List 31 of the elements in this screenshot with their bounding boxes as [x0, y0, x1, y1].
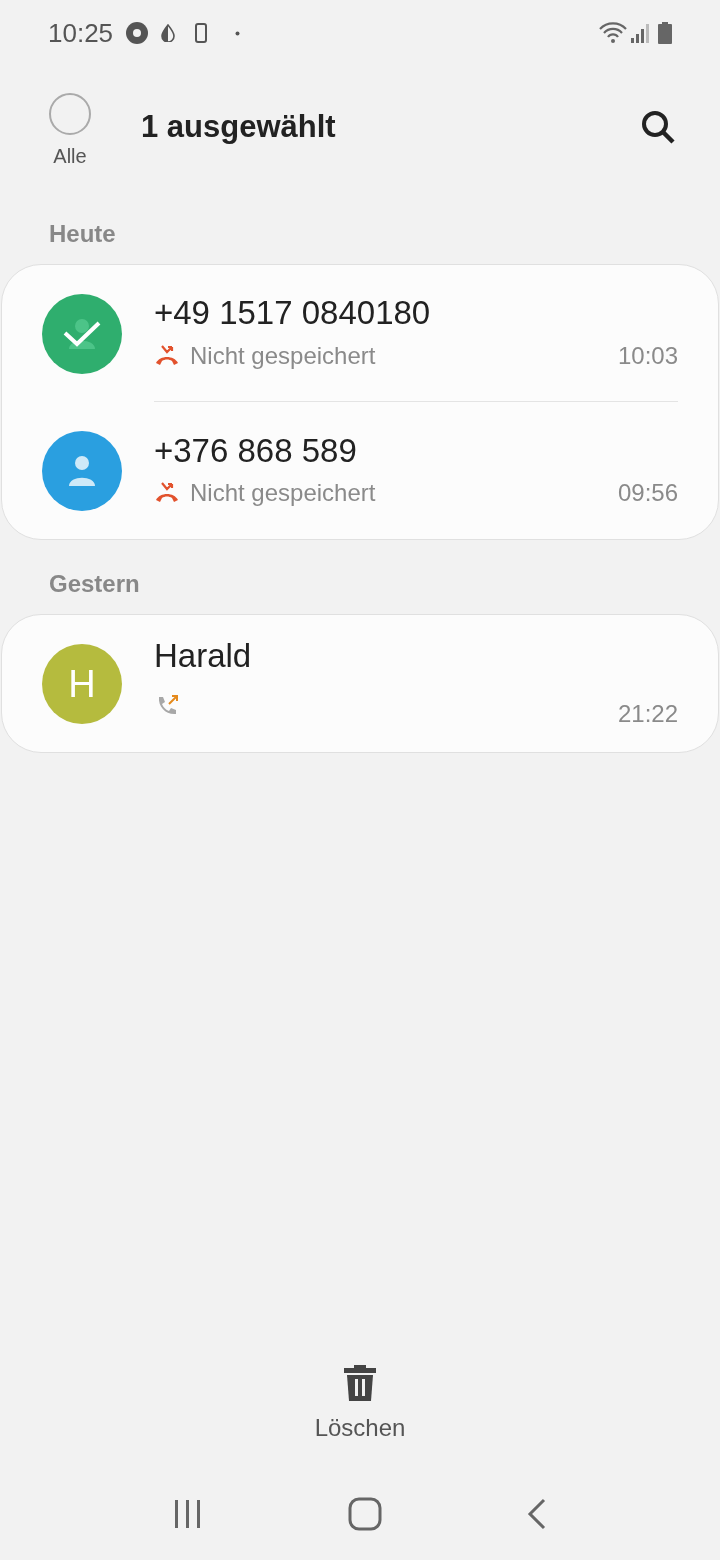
- call-time: 09:56: [617, 478, 678, 509]
- call-log-row[interactable]: +376 868 589 Nicht gespeichert 09:56: [2, 402, 718, 539]
- person-icon: [68, 454, 96, 487]
- wifi-icon: [598, 22, 628, 44]
- person-icon: [68, 317, 96, 350]
- delete-button[interactable]: Löschen: [314, 1364, 406, 1446]
- battery-icon: [658, 22, 672, 44]
- recent-apps-icon[interactable]: [172, 1499, 203, 1529]
- call-status: Nicht gespeichert: [190, 478, 376, 509]
- section-header: Heute: [48, 219, 117, 249]
- contact-name: +49 1517 0840180: [154, 293, 432, 334]
- home-icon[interactable]: [348, 1497, 382, 1531]
- section-header: Gestern: [48, 569, 141, 599]
- phone-icon: [195, 23, 208, 43]
- call-log-row[interactable]: H Harald 21:22: [2, 615, 718, 752]
- contact-name: Harald: [154, 635, 253, 676]
- signal-icon: [630, 22, 650, 44]
- avatar-initial: H: [68, 664, 96, 703]
- call-log-row[interactable]: +49 1517 0840180 Nicht gespeichert 10:03: [2, 265, 718, 402]
- status-time: 10:25: [48, 16, 114, 50]
- missed-call-icon: [154, 343, 180, 368]
- trash-icon: [342, 1364, 378, 1402]
- dot-icon: [235, 30, 241, 36]
- call-time: 10:03: [617, 340, 678, 371]
- back-icon[interactable]: [527, 1498, 548, 1530]
- contrast-icon: [161, 24, 176, 42]
- call-time: 21:22: [617, 699, 678, 730]
- search-icon[interactable]: [640, 109, 676, 145]
- contact-name: +376 868 589: [154, 430, 358, 471]
- call-status: Nicht gespeichert: [190, 340, 376, 371]
- selection-title: 1 ausgewählt: [141, 107, 336, 146]
